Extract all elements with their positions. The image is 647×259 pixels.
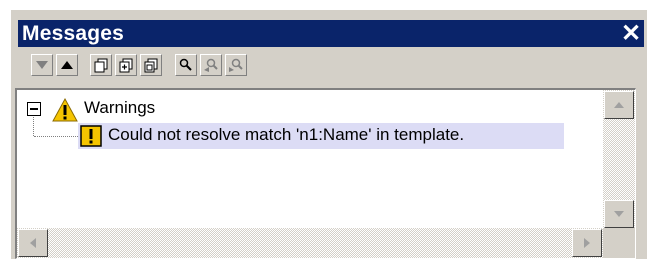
tree-connector-vertical bbox=[33, 117, 34, 136]
find-next-button[interactable] bbox=[225, 54, 247, 76]
scroll-left-button[interactable] bbox=[18, 229, 48, 257]
previous-message-button[interactable] bbox=[56, 54, 78, 76]
scroll-down-arrow-icon bbox=[614, 211, 624, 217]
copy-icon bbox=[94, 58, 108, 73]
title-bar: Messages ✕ bbox=[18, 20, 644, 47]
scroll-down-button[interactable] bbox=[604, 200, 634, 228]
window-title: Messages bbox=[22, 22, 124, 45]
copy-all-icon bbox=[119, 58, 133, 73]
scroll-up-arrow-icon bbox=[614, 102, 624, 108]
warning-triangle-icon bbox=[52, 97, 78, 122]
horizontal-scrollbar[interactable] bbox=[17, 228, 603, 258]
collapse-toggle[interactable] bbox=[27, 102, 41, 116]
warning-exclamation-icon bbox=[80, 125, 102, 147]
find-button[interactable] bbox=[175, 54, 197, 76]
scroll-up-button[interactable] bbox=[604, 91, 634, 119]
arrow-up-icon bbox=[61, 61, 73, 69]
scrollbar-corner bbox=[603, 228, 635, 258]
copy-message-icon bbox=[144, 58, 158, 73]
messages-tree-pane: Warnings Could not resolve match 'n1:Nam… bbox=[15, 88, 636, 259]
scroll-right-button[interactable] bbox=[572, 229, 602, 257]
messages-toolbar bbox=[18, 51, 644, 87]
find-next-icon bbox=[229, 58, 243, 72]
scroll-left-arrow-icon bbox=[30, 238, 36, 248]
vertical-scrollbar[interactable] bbox=[603, 90, 635, 229]
messages-window: Messages ✕ Warnings Could not resolve ma… bbox=[11, 10, 647, 259]
message-row-selected[interactable]: Could not resolve match 'n1:Name' in tem… bbox=[78, 123, 564, 149]
scroll-right-arrow-icon bbox=[584, 238, 590, 248]
warnings-group-label[interactable]: Warnings bbox=[84, 98, 155, 118]
copy-all-button[interactable] bbox=[115, 54, 137, 76]
close-button[interactable]: ✕ bbox=[618, 20, 644, 47]
next-message-button[interactable] bbox=[31, 54, 53, 76]
copy-button[interactable] bbox=[90, 54, 112, 76]
find-previous-icon bbox=[204, 58, 218, 72]
arrow-down-icon bbox=[36, 61, 48, 69]
copy-message-button[interactable] bbox=[140, 54, 162, 76]
find-previous-button[interactable] bbox=[200, 54, 222, 76]
find-icon bbox=[179, 58, 192, 71]
message-text: Could not resolve match 'n1:Name' in tem… bbox=[108, 125, 465, 144]
tree-connector-horizontal bbox=[34, 136, 78, 137]
